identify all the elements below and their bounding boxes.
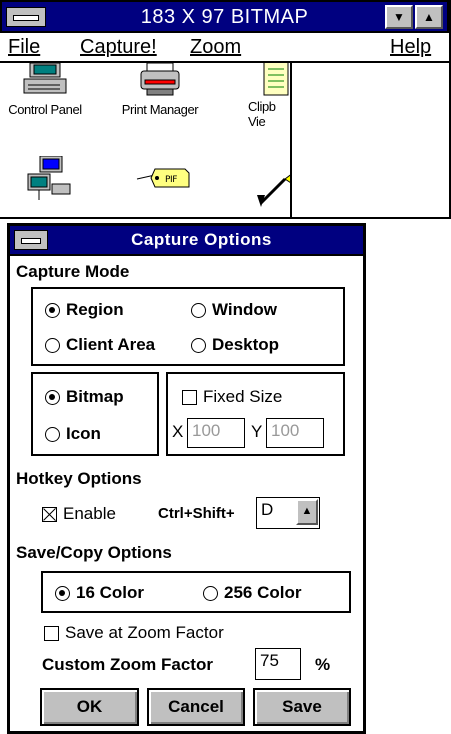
menu-capture[interactable]: Capture! [80, 36, 157, 59]
save-button[interactable]: Save [253, 688, 351, 726]
radio-16-color-dot [55, 585, 70, 601]
network-icon[interactable] [20, 155, 80, 205]
radio-icon-dot [45, 426, 60, 442]
svg-text:PIF: PIF [165, 175, 177, 185]
menu-zoom-label: Zoom [190, 36, 242, 58]
client-divider [290, 63, 292, 217]
bitmap-window: 183 X 97 BITMAP ▼ ▲ File Capture! Zoom H… [0, 0, 451, 219]
menu-help[interactable]: Help [390, 36, 431, 59]
custom-zoom-label: Custom Zoom Factor [42, 655, 213, 674]
dropdown-arrow-icon[interactable]: ▲ [296, 499, 318, 525]
radio-bitmap-label: Bitmap [66, 387, 124, 406]
radio-region-dot [45, 302, 60, 318]
fixed-size-label: Fixed Size [203, 387, 283, 406]
fixed-size-group: Fixed Size X 100 Y 100 [166, 372, 345, 456]
hotkey-enable-label: Enable [63, 504, 116, 523]
minimize-button[interactable]: ▼ [385, 5, 413, 29]
control-panel-icon[interactable]: Control Panel [0, 63, 90, 117]
radio-16-color[interactable]: 16 Color [55, 583, 144, 603]
radio-desktop-label: Desktop [212, 335, 280, 354]
menu-capture-label: Capture! [80, 36, 157, 58]
radio-icon-label: Icon [66, 424, 101, 443]
hotkey-enable-checkbox[interactable]: Enable [42, 504, 116, 524]
y-label: Y [251, 422, 263, 441]
computer-icon [23, 63, 67, 94]
menu-bar: File Capture! Zoom Help [0, 33, 449, 63]
ok-button[interactable]: OK [40, 688, 139, 726]
print-manager-icon[interactable]: Print Manager [110, 63, 210, 117]
save-at-zoom-label: Save at Zoom Factor [65, 623, 224, 642]
control-panel-label: Control Panel [8, 102, 82, 117]
fixed-size-checkbox[interactable]: Fixed Size [182, 387, 282, 407]
radio-client-area-label: Client Area [66, 335, 156, 354]
menu-file-label: File [8, 36, 41, 58]
clipboard-viewer-label: Clipb Vie [248, 99, 276, 129]
radio-256-color-label: 256 Color [224, 583, 302, 602]
radio-window[interactable]: Window [191, 300, 277, 320]
save-copy-options-label: Save/Copy Options [16, 543, 172, 562]
percent-label: % [315, 655, 331, 674]
radio-256-color[interactable]: 256 Color [203, 583, 301, 603]
network-computer-icon [27, 155, 71, 200]
maximize-button[interactable]: ▲ [415, 5, 443, 29]
radio-region-label: Region [66, 300, 124, 319]
radio-window-label: Window [212, 300, 277, 319]
radio-desktop[interactable]: Desktop [191, 335, 279, 355]
capture-mode-group: Region Window Client Area Desktop [31, 287, 345, 366]
tag-icon: PIF [136, 168, 190, 188]
hotkey-key-value: D [261, 500, 274, 519]
clipboard-icon [263, 63, 289, 96]
radio-window-dot [191, 302, 206, 318]
radio-256-color-dot [203, 585, 218, 601]
bitmap-window-title: 183 X 97 BITMAP [140, 6, 309, 28]
clipboard-viewer-icon[interactable]: Clipb Vie [240, 63, 290, 129]
format-group: Bitmap Icon [31, 372, 159, 456]
custom-zoom-field[interactable]: 75 [255, 648, 301, 680]
x-size-field[interactable]: 100 [187, 418, 245, 448]
brush-icon [257, 174, 290, 207]
menu-help-label: Help [390, 36, 432, 58]
menu-file[interactable]: File [8, 36, 40, 59]
x-label: X [172, 422, 184, 441]
capture-mode-label: Capture Mode [16, 262, 130, 281]
bitmap-window-titlebar[interactable]: 183 X 97 BITMAP ▼ ▲ [0, 0, 449, 33]
bitmap-client-area: Control Panel Print Manager Clipb Vie PI… [0, 63, 290, 217]
y-size-field[interactable]: 100 [266, 418, 324, 448]
radio-bitmap[interactable]: Bitmap [45, 387, 124, 407]
radio-bitmap-dot [45, 389, 60, 405]
radio-client-area-dot [45, 337, 60, 353]
fixed-size-box [182, 389, 197, 405]
radio-16-color-label: 16 Color [76, 583, 145, 602]
dialog-title: Capture Options [131, 230, 272, 249]
print-manager-label: Print Manager [121, 102, 199, 117]
radio-client-area[interactable]: Client Area [45, 335, 155, 355]
radio-region[interactable]: Region [45, 300, 124, 320]
paintbrush-icon[interactable] [255, 173, 290, 212]
hotkey-modifier-label: Ctrl+Shift+ [158, 505, 235, 522]
cancel-button[interactable]: Cancel [147, 688, 245, 726]
hotkey-key-select[interactable]: D ▲ [256, 497, 320, 529]
dialog-titlebar[interactable]: Capture Options [10, 226, 363, 256]
radio-desktop-dot [191, 337, 206, 353]
color-depth-group: 16 Color 256 Color [41, 571, 351, 613]
hotkey-options-label: Hotkey Options [16, 469, 142, 488]
menu-zoom[interactable]: Zoom [190, 36, 241, 59]
hotkey-enable-box [42, 506, 57, 522]
radio-icon[interactable]: Icon [45, 424, 101, 444]
printer-icon [140, 63, 180, 96]
capture-options-dialog: Capture Options Capture Mode Region Wind… [7, 223, 366, 734]
pif-editor-icon[interactable]: PIF [125, 163, 205, 198]
save-at-zoom-checkbox[interactable]: Save at Zoom Factor [44, 623, 224, 643]
save-at-zoom-box [44, 625, 59, 641]
